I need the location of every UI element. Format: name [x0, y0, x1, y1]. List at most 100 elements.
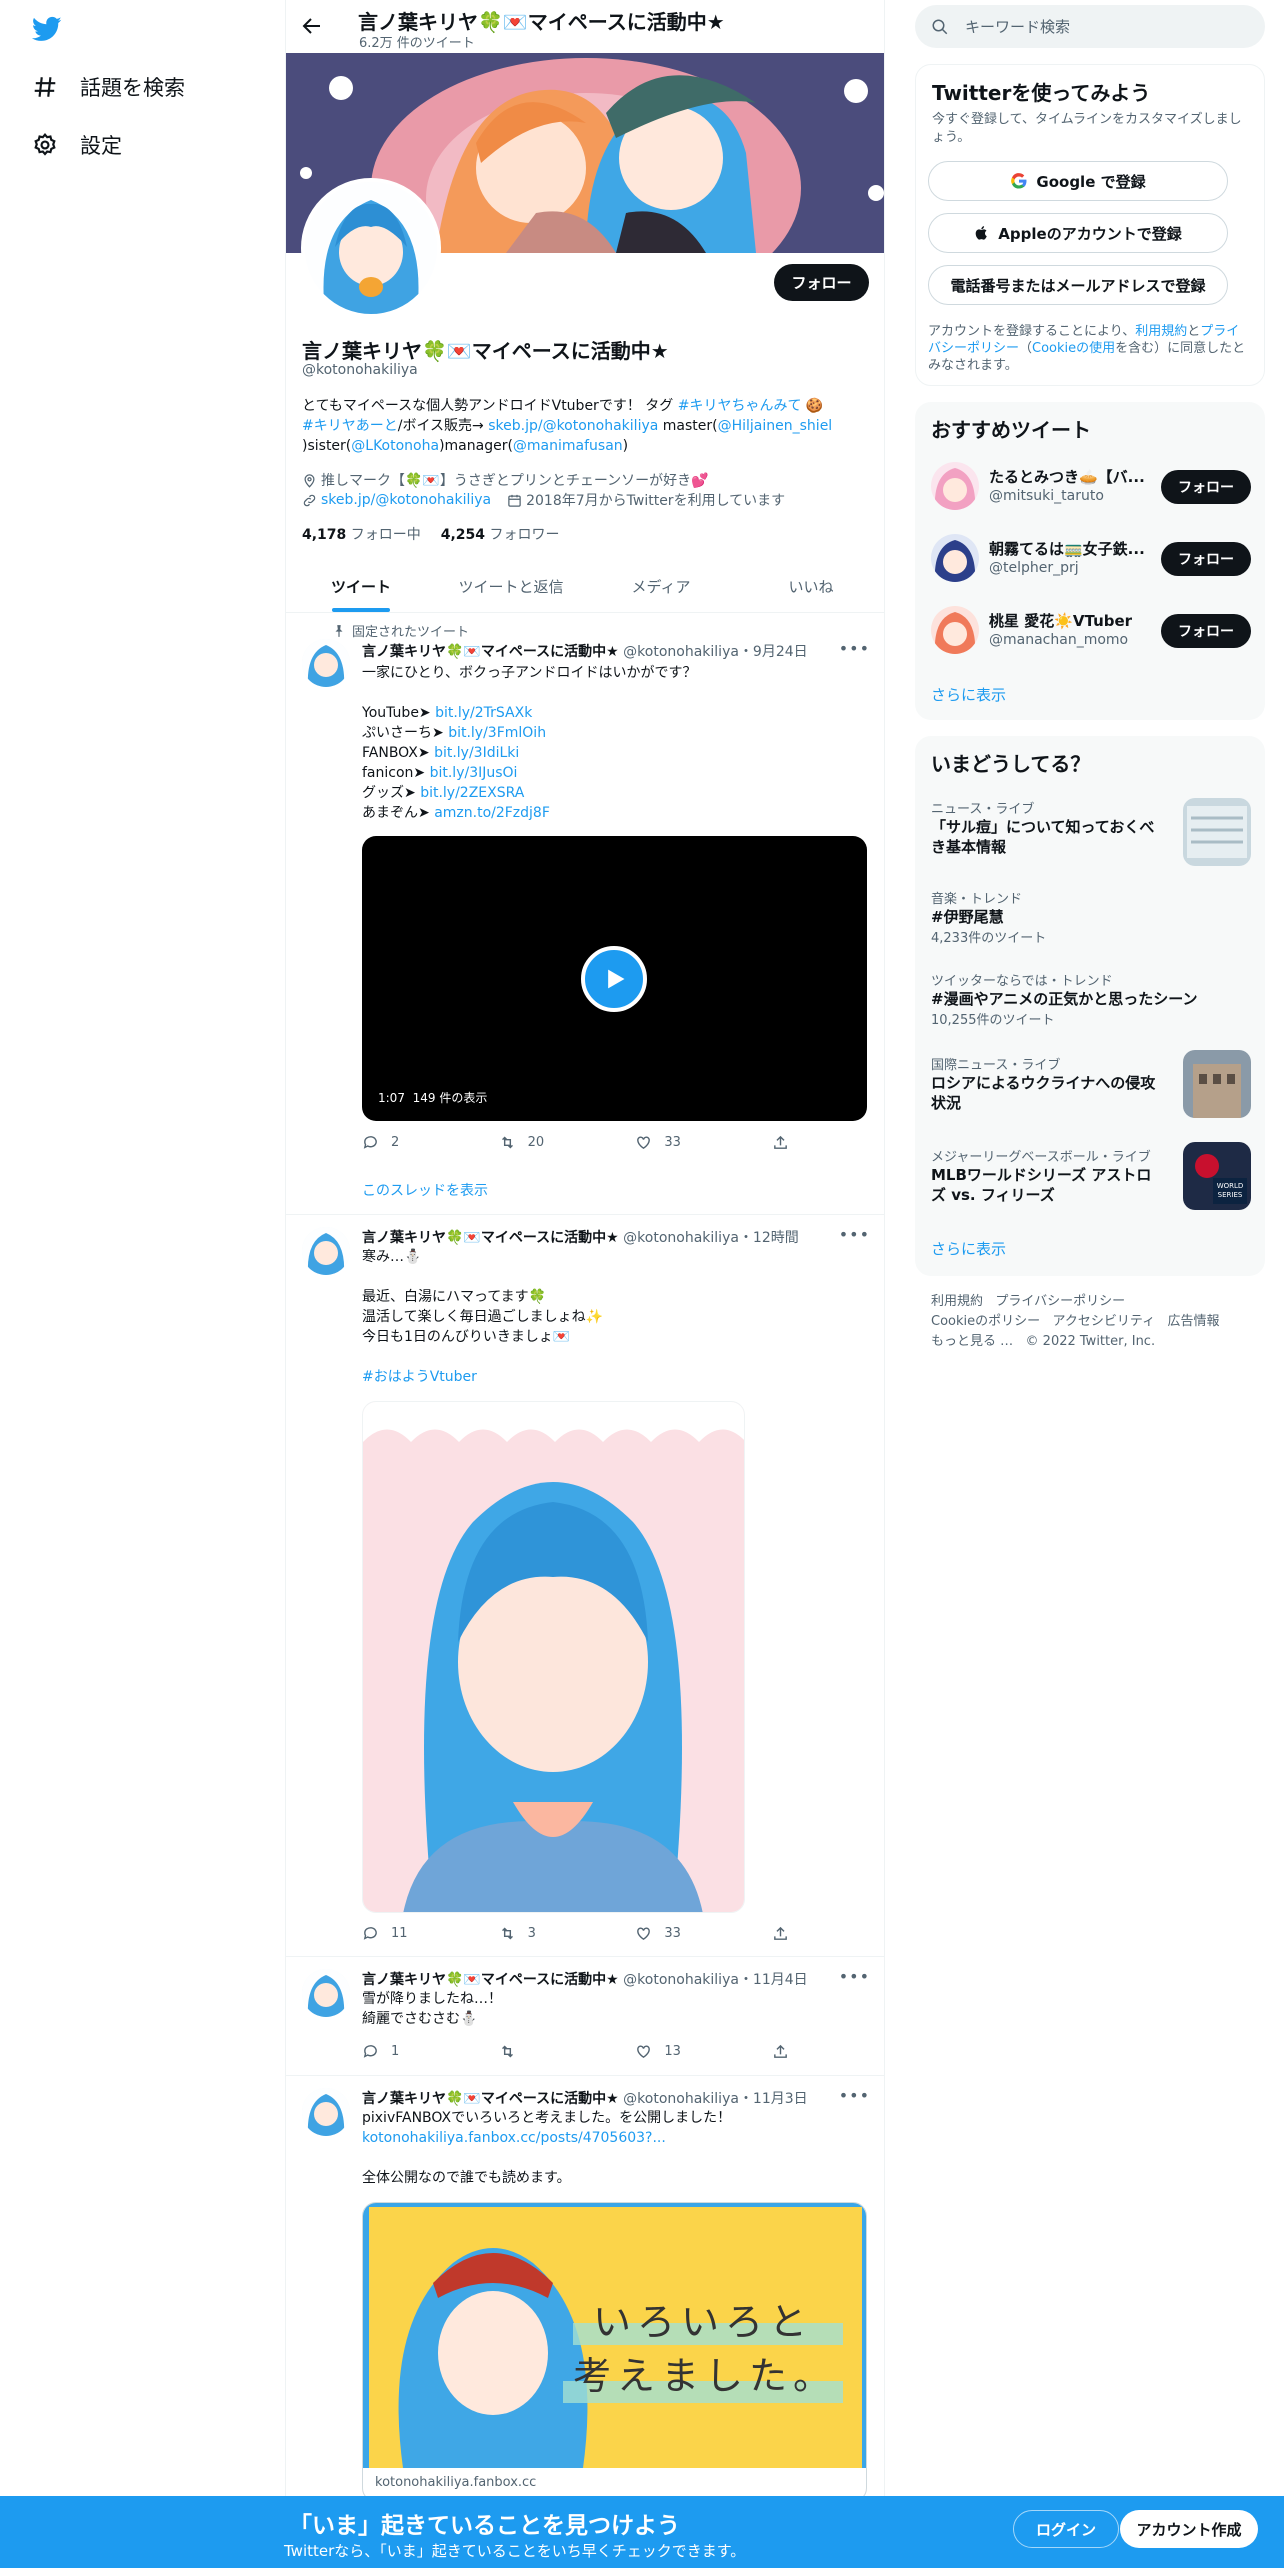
footer-privacy-link[interactable]: プライバシーポリシー: [995, 1294, 1125, 1309]
bio-link[interactable]: skeb.jp/@kotonohakiliya: [488, 418, 658, 434]
tweet-link[interactable]: bit.ly/3FmlOih: [448, 725, 546, 741]
more-options-icon[interactable]: •••: [839, 1225, 870, 1244]
avatar[interactable]: [931, 534, 979, 582]
tweet-link[interactable]: amzn.to/2Fzdj8F: [434, 805, 550, 821]
reply-button[interactable]: 2: [362, 1134, 462, 1151]
more-options-icon[interactable]: •••: [839, 2086, 870, 2105]
link-card[interactable]: いろいろと 考えました。 kotonohakiliya.fanbox.cc: [362, 2202, 867, 2502]
tweet-date[interactable]: ・12時間: [739, 1230, 799, 1246]
footer-accessibility-link[interactable]: アクセシビリティ: [1053, 1314, 1156, 1329]
search-input[interactable]: キーワード検索: [915, 5, 1265, 48]
tweet-link[interactable]: bit.ly/3IJusOi: [430, 765, 518, 781]
tweet[interactable]: 言ノ葉キリヤ🍀💌マイペースに活動中★ @kotonohakiliya・12時間 …: [286, 1215, 884, 1957]
trend-item[interactable]: ニュース・ライブ 「サル痘」について知っておくべき基本情報: [931, 798, 1251, 866]
tweet-author-name[interactable]: 言ノ葉キリヤ🍀💌マイペースに活動中★: [362, 644, 619, 660]
retweet-button[interactable]: 20: [499, 1134, 599, 1151]
more-options-icon[interactable]: •••: [839, 1967, 870, 1986]
show-more-link[interactable]: さらに表示: [931, 684, 1006, 705]
bio-mention[interactable]: @LKotonoha: [351, 438, 439, 454]
tweet-hashtag[interactable]: #おはようVtuber: [362, 1367, 872, 1387]
tab-tweets[interactable]: ツイート: [286, 560, 436, 612]
footer-ads-link[interactable]: 広告情報: [1168, 1314, 1220, 1329]
trend-item[interactable]: 国際ニュース・ライブ ロシアによるウクライナへの侵攻状況: [931, 1050, 1251, 1118]
retweet-button[interactable]: 3: [499, 1925, 599, 1942]
reply-button[interactable]: 1: [362, 2043, 462, 2060]
avatar[interactable]: [302, 2088, 350, 2136]
footer-cookie-link[interactable]: Cookieのポリシー: [931, 1314, 1040, 1329]
nav-item-settings[interactable]: 設定: [32, 130, 122, 160]
tweet-date[interactable]: ・11月4日: [739, 1972, 808, 1988]
tweet-link[interactable]: bit.ly/2TrSAXk: [435, 705, 532, 721]
play-button[interactable]: [581, 946, 647, 1012]
tweet[interactable]: 言ノ葉キリヤ🍀💌マイペースに活動中★ @kotonohakiliya・11月3日…: [286, 2076, 884, 2502]
follow-button[interactable]: フォロー: [1161, 542, 1251, 576]
trend-item[interactable]: 音楽・トレンド #伊野尾慧 4,233件のツイート: [931, 888, 1251, 946]
show-more-link[interactable]: さらに表示: [931, 1238, 1006, 1259]
phone-email-signup-button[interactable]: 電話番号またはメールアドレスで登録: [928, 265, 1228, 305]
like-button[interactable]: 33: [635, 1925, 735, 1942]
tweet-author-name[interactable]: 言ノ葉キリヤ🍀💌マイペースに活動中★: [362, 1972, 619, 1988]
more-options-icon[interactable]: •••: [839, 639, 870, 658]
follow-button[interactable]: フォロー: [1161, 470, 1251, 504]
tweet-actions: 2 20 33: [362, 1134, 792, 1151]
recommended-user[interactable]: 朝霧てるは🚃女子鉄... @telpher_prj フォロー: [931, 534, 1251, 588]
bio-mention[interactable]: @manimafusan: [513, 438, 623, 454]
footer-terms-link[interactable]: 利用規約: [931, 1294, 983, 1309]
tweet-date[interactable]: ・11月3日: [739, 2091, 808, 2107]
share-button[interactable]: [772, 2043, 792, 2060]
tweet[interactable]: 言ノ葉キリヤ🍀💌マイペースに活動中★ @kotonohakiliya・11月4日…: [286, 1957, 884, 2076]
tweet-author-name[interactable]: 言ノ葉キリヤ🍀💌マイペースに活動中★: [362, 2091, 619, 2107]
bio-hashtag[interactable]: #キリヤちゃんみて: [678, 398, 802, 414]
recommended-user[interactable]: たるとみつき🥧【バ... @mitsuki_taruto フォロー: [931, 462, 1251, 516]
tweet-author-handle[interactable]: @kotonohakiliya: [623, 1972, 739, 1988]
tweet[interactable]: 固定されたツイート 言ノ葉キリヤ🍀💌マイペースに活動中★ @kotonohaki…: [286, 613, 884, 1215]
tweet-link[interactable]: bit.ly/2ZEXSRA: [420, 785, 524, 801]
nav-item-explore[interactable]: 話題を検索: [32, 72, 185, 102]
tweet-date[interactable]: ・9月24日: [739, 644, 808, 660]
trend-item[interactable]: メジャーリーグベースボール・ライブ MLBワールドシリーズ アストロズ vs. …: [931, 1142, 1251, 1210]
followers-link[interactable]: 4,254 フォロワー: [441, 524, 560, 544]
tweet-author-handle[interactable]: @kotonohakiliya: [623, 2091, 739, 2107]
like-button[interactable]: 13: [635, 2043, 735, 2060]
bio-mention[interactable]: @Hiljainen_shiel: [718, 418, 833, 434]
tweet-author-handle[interactable]: @kotonohakiliya: [623, 1230, 739, 1246]
avatar[interactable]: [302, 1227, 350, 1275]
recommended-user[interactable]: 桃星 愛花☀️VTuber @manachan_momo フォロー: [931, 606, 1251, 660]
following-link[interactable]: 4,178 フォロー中: [302, 524, 421, 544]
tweet-image[interactable]: [362, 1401, 745, 1913]
avatar[interactable]: [302, 1969, 350, 2017]
apple-signup-button[interactable]: Appleのアカウントで登録: [928, 213, 1228, 253]
cookie-link[interactable]: Cookieの使用: [1032, 341, 1115, 356]
retweet-button[interactable]: [499, 2043, 599, 2060]
retweet-count: 20: [527, 1135, 545, 1150]
profile-avatar[interactable]: [301, 178, 441, 318]
tweet-video[interactable]: 1:07 149 件の表示: [362, 836, 867, 1121]
tweet-author-handle[interactable]: @kotonohakiliya: [623, 644, 739, 660]
tab-tweets-replies[interactable]: ツイートと返信: [436, 560, 586, 612]
show-thread-link[interactable]: このスレッドを表示: [362, 1180, 488, 1200]
tab-media[interactable]: メディア: [586, 560, 736, 612]
signup-button[interactable]: アカウント作成: [1120, 2510, 1258, 2548]
reply-button[interactable]: 11: [362, 1925, 462, 1942]
tweet-link[interactable]: bit.ly/3IdiLki: [434, 745, 519, 761]
share-button[interactable]: [772, 1925, 792, 1942]
tweet-author-name[interactable]: 言ノ葉キリヤ🍀💌マイペースに活動中★: [362, 1230, 619, 1246]
bio-hashtag[interactable]: #キリヤあーと: [302, 418, 398, 434]
terms-link[interactable]: 利用規約: [1135, 324, 1187, 339]
twitter-logo-icon[interactable]: [32, 14, 62, 44]
trend-item[interactable]: ツイッターならでは・トレンド #漫画やアニメの正気かと思ったシーン 10,255…: [931, 970, 1251, 1028]
google-signup-button[interactable]: Google で登録: [928, 161, 1228, 201]
login-button[interactable]: ログイン: [1013, 2510, 1119, 2548]
footer-more-link[interactable]: もっと見る …: [931, 1334, 1013, 1349]
tab-likes[interactable]: いいね: [736, 560, 884, 612]
avatar[interactable]: [931, 462, 979, 510]
follow-button[interactable]: フォロー: [774, 264, 869, 301]
back-arrow-icon[interactable]: [300, 14, 324, 38]
share-button[interactable]: [772, 1134, 792, 1151]
tweet-link[interactable]: kotonohakiliya.fanbox.cc/posts/4705603?.…: [362, 2128, 872, 2148]
avatar[interactable]: [302, 639, 350, 687]
like-button[interactable]: 33: [635, 1134, 735, 1151]
profile-url[interactable]: skeb.jp/@kotonohakiliya: [321, 492, 491, 508]
avatar[interactable]: [931, 606, 979, 654]
follow-button[interactable]: フォロー: [1161, 614, 1251, 648]
